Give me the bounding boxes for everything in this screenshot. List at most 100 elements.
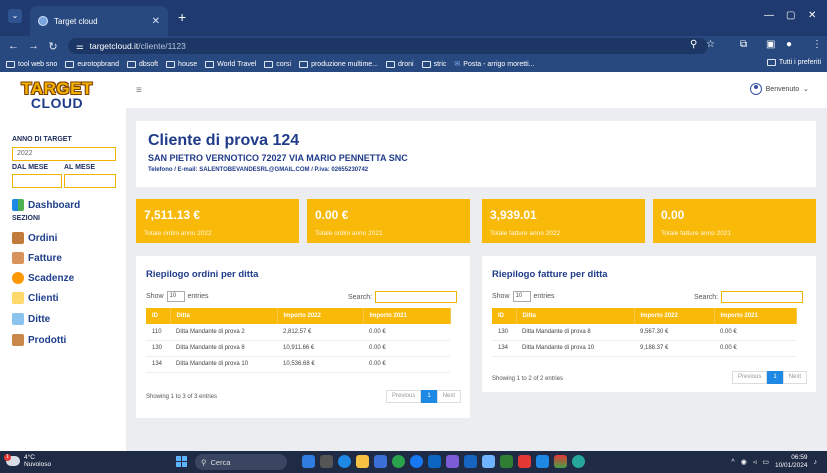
dashboard-icon [12,199,24,211]
page-1-button[interactable]: 1 [767,371,783,384]
column-header-importo-2021[interactable]: Importo 2021 [363,308,451,324]
column-header-importo-2022[interactable]: Importo 2022 [634,308,715,324]
show-entries: Show 10 entries [146,291,209,302]
dal-mese-input[interactable] [12,174,62,188]
sidepanel-icon[interactable]: ▣ [766,39,775,50]
bookmark-item[interactable]: dbsoft [126,60,158,68]
app-icon[interactable] [572,455,585,468]
bookmark-item[interactable]: stric [421,60,446,68]
sidebar-item-ditte[interactable]: Ditte [12,313,50,325]
bookmark-item[interactable]: tool web sno [6,60,57,68]
anno-input[interactable]: 2022 [12,147,116,161]
anno-label: ANNO DI TARGET [12,136,72,143]
extensions-icon[interactable]: ⧉ [740,39,747,50]
url-field[interactable]: ⚌ targetcloud.it/cliente/1123 [68,38,708,54]
teams-icon[interactable] [446,455,459,468]
clock[interactable]: 06:59 10/01/2024 [775,454,808,470]
new-tab-button[interactable]: + [178,10,186,24]
file-explorer-icon[interactable] [356,455,369,468]
close-window-icon[interactable]: ✕ [808,10,816,21]
al-mese-input[interactable] [64,174,116,188]
next-button[interactable]: Next [436,390,462,403]
all-bookmarks[interactable]: Tutti i preferiti [766,59,821,66]
column-header-importo-2022[interactable]: Importo 2022 [277,308,364,324]
column-header-ditta[interactable]: Ditta [516,308,635,324]
app-icon[interactable] [536,455,549,468]
stat-ordini-2022: 7,511.13 € Totale ordini anno 2022 [136,199,299,243]
notification-bell-icon[interactable]: ♪ [814,459,818,466]
tab-title: Target cloud [54,16,98,26]
tab-list-button[interactable]: ⌄ [8,9,22,23]
minimize-window-icon[interactable]: — [764,10,774,21]
cloud-icon: 1 [4,454,20,466]
mail-app-icon[interactable] [464,455,477,468]
close-tab-icon[interactable]: ✕ [152,16,160,27]
folder-icon [766,59,776,66]
entries-select[interactable]: 10 [166,291,185,302]
maximize-window-icon[interactable]: ▢ [786,10,795,21]
menu-dots-icon[interactable]: ⋮ [812,39,822,50]
sidebar-item-clienti[interactable]: Clienti [12,292,59,304]
network-icon[interactable]: ◉ [741,458,747,466]
facebook-icon[interactable] [410,455,423,468]
column-header-ditta[interactable]: Ditta [170,308,278,324]
bookmark-item[interactable]: ✉ Posta - arrigo moretti... [454,60,534,69]
hamburger-menu-icon[interactable]: ≡ [136,85,142,96]
folder-icon [65,60,75,68]
table-row: 134 Ditta Mandante di prova 10 9,188.37 €0… [492,340,796,357]
bookmark-item[interactable]: eurotopbrand [65,60,119,68]
chevron-up-icon[interactable]: ^ [731,459,734,466]
bookmark-item[interactable]: droni [386,60,414,68]
bookmark-item[interactable]: World Travel [205,60,256,68]
edge-icon[interactable] [338,455,351,468]
site-info-icon[interactable]: ⚌ [76,41,84,52]
bing-icon[interactable] [302,455,315,468]
previous-button[interactable]: Previous [386,390,422,403]
zoom-icon[interactable]: ⚲ [690,39,697,50]
bookmark-item[interactable]: house [166,60,197,68]
search-input[interactable] [721,291,804,303]
clienti-icon [12,292,24,304]
sidebar-item-ordini[interactable]: Ordini [12,232,57,244]
sidebar-item-fatture[interactable]: Fatture [12,252,62,264]
folder-icon [205,60,215,68]
excel-icon[interactable] [500,455,513,468]
folder-icon [299,60,309,68]
previous-button[interactable]: Previous [732,371,768,384]
entries-select[interactable]: 10 [512,291,531,302]
app-icon[interactable] [482,455,495,468]
column-header-id[interactable]: ID [492,308,517,324]
next-button[interactable]: Next [782,371,808,384]
reload-icon[interactable]: ↻ [48,40,58,53]
sidebar-item-scadenze[interactable]: Scadenze [12,272,74,284]
bookmark-item[interactable]: produzione multime... [299,60,378,68]
task-view-icon[interactable] [320,455,333,468]
store-icon[interactable] [374,455,387,468]
chrome-icon[interactable] [554,455,567,468]
target-cloud-logo[interactable]: TARGET CLOUD [15,80,99,115]
column-header-id[interactable]: ID [146,308,171,324]
battery-icon[interactable]: ▭ [762,458,769,466]
app-icon[interactable] [518,455,531,468]
user-menu[interactable]: Benvenuto ⌄ [749,83,809,95]
sidebar: TARGET CLOUD ANNO DI TARGET 2022 DAL MES… [0,72,126,451]
start-button-icon[interactable] [176,456,187,467]
mail-icon: ✉ [454,61,461,68]
weather-badge: 1 [4,454,11,461]
browser-tab[interactable]: Target cloud ✕ [30,6,168,36]
column-header-importo-2021[interactable]: Importo 2021 [714,308,797,324]
volume-icon[interactable]: ◃ [753,458,757,466]
search-input[interactable] [375,291,458,303]
bookmark-star-icon[interactable]: ☆ [706,39,715,50]
back-icon[interactable]: ← [8,40,19,52]
bookmark-item[interactable]: corsi [264,60,291,68]
sidebar-item-dashboard[interactable]: Dashboard [12,199,80,211]
forward-icon[interactable]: → [28,40,39,52]
profile-icon[interactable]: ● [786,39,792,50]
page-1-button[interactable]: 1 [421,390,437,403]
outlook-icon[interactable] [428,455,441,468]
taskbar-search[interactable]: ⚲ Cerca [195,454,287,470]
weather-widget[interactable]: 1 4°C Nuvoloso [4,454,51,468]
sidebar-item-prodotti[interactable]: Prodotti [12,334,66,346]
chrome-icon[interactable] [392,455,405,468]
